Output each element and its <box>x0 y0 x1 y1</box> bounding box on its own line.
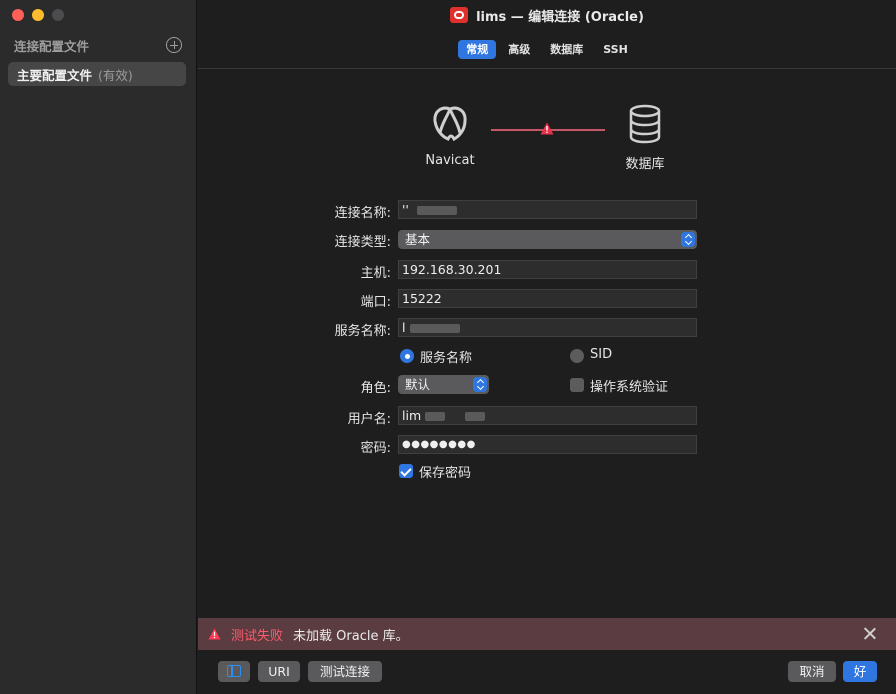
service-name-radio-label: 服务名称 <box>420 351 473 366</box>
role-value: 默认 <box>405 377 431 392</box>
sidebar: 连接配置文件 主要配置文件 (有效) <box>0 0 197 694</box>
chevron-up-down-icon <box>473 377 487 392</box>
role-label: 角色: <box>360 381 391 396</box>
test-connection-button[interactable]: 测试连接 <box>308 661 382 682</box>
connection-name-value: '' <box>402 202 409 217</box>
profile-status: (有效) <box>98 67 133 83</box>
role-select[interactable]: 默认 <box>398 375 489 394</box>
redacted-mask <box>416 206 457 215</box>
cancel-button[interactable]: 取消 <box>788 661 836 682</box>
host-field[interactable]: 192.168.30.201 <box>398 260 697 279</box>
redacted-mask <box>410 324 461 333</box>
service-name-label: 服务名称: <box>334 324 391 339</box>
connection-type-label: 连接类型: <box>334 235 391 250</box>
toggle-sidebar-button[interactable] <box>218 661 250 682</box>
connection-type-select[interactable]: 基本 <box>398 230 697 249</box>
password-label: 密码: <box>360 441 391 456</box>
chevron-up-down-icon <box>681 232 695 247</box>
oracle-icon <box>450 7 469 23</box>
username-value: lim <box>402 408 422 423</box>
service-name-radio[interactable] <box>400 349 414 363</box>
navicat-icon <box>433 106 467 142</box>
connection-type-value: 基本 <box>405 232 431 247</box>
database-icon <box>629 104 661 144</box>
service-name-field[interactable]: l <box>398 318 697 337</box>
window-title: lims — 编辑连接 (Oracle) <box>476 9 644 25</box>
tab-general[interactable]: 常规 <box>458 40 497 59</box>
error-bar: 测试失败 未加载 Oracle 库。 <box>198 618 896 650</box>
tab-bar: 常规 高级 数据库 SSH <box>198 40 896 59</box>
redacted-mask <box>425 412 446 421</box>
password-field[interactable]: ●●●●●●●● <box>398 435 697 454</box>
service-name-value: l <box>402 320 406 335</box>
redacted-mask <box>465 412 486 421</box>
minimize-window-button[interactable] <box>32 9 44 21</box>
username-label: 用户名: <box>347 412 391 427</box>
host-label: 主机: <box>360 266 391 281</box>
window-controls <box>12 9 64 21</box>
maximize-window-button[interactable] <box>52 9 64 21</box>
tab-ssh[interactable]: SSH <box>595 40 636 59</box>
add-profile-icon[interactable] <box>166 37 182 53</box>
sid-radio[interactable] <box>570 349 584 363</box>
tab-database[interactable]: 数据库 <box>542 40 591 59</box>
connection-diagram: Navicat 数据库 <box>198 100 896 180</box>
uri-button[interactable]: URI <box>258 661 300 682</box>
error-message: 未加载 Oracle 库。 <box>293 628 409 644</box>
port-field[interactable]: 15222 <box>398 289 697 308</box>
save-password-label: 保存密码 <box>419 466 472 481</box>
error-title: 测试失败 <box>231 628 284 644</box>
profile-name: 主要配置文件 <box>17 67 93 83</box>
os-auth-checkbox[interactable] <box>570 378 584 392</box>
sidebar-header-label: 连接配置文件 <box>14 38 90 54</box>
sidebar-header: 连接配置文件 <box>14 36 182 54</box>
close-window-button[interactable] <box>12 9 24 21</box>
warning-icon <box>540 122 554 135</box>
port-label: 端口: <box>360 295 391 310</box>
close-icon[interactable] <box>863 627 876 640</box>
tab-advanced[interactable]: 高级 <box>500 40 538 59</box>
header-divider <box>198 68 896 69</box>
navicat-label: Navicat <box>425 153 475 168</box>
save-password-checkbox[interactable] <box>399 464 413 478</box>
os-auth-label: 操作系统验证 <box>590 380 669 395</box>
database-label: 数据库 <box>625 157 665 172</box>
warning-icon <box>208 628 221 640</box>
sid-radio-label: SID <box>590 347 613 362</box>
username-field[interactable]: lim <box>398 406 697 425</box>
connection-name-field[interactable]: '' <box>398 200 697 219</box>
title-bar: lims — 编辑连接 (Oracle) <box>198 0 896 30</box>
sidebar-item-main-profile[interactable]: 主要配置文件 (有效) <box>8 62 186 86</box>
ok-button[interactable]: 好 <box>843 661 877 682</box>
sidebar-toggle-icon <box>227 665 241 677</box>
connection-name-label: 连接名称: <box>334 206 391 221</box>
